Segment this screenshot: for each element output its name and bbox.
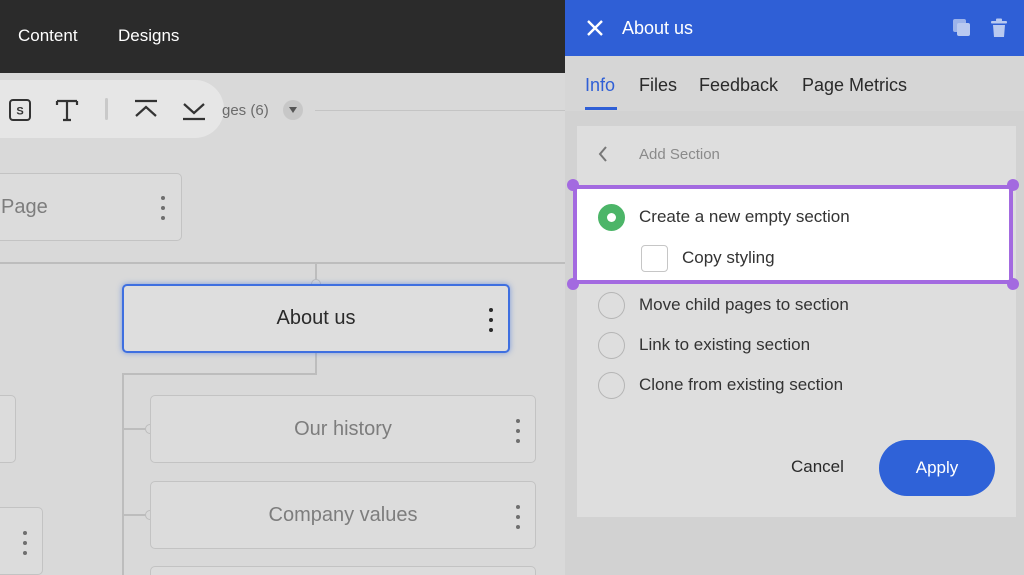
child-node[interactable]: Company values	[150, 481, 536, 549]
radio-button[interactable]	[598, 291, 625, 319]
tab-info[interactable]: Info	[585, 75, 615, 96]
child-node-label: Company values	[268, 504, 418, 526]
collapse-up-icon[interactable]	[131, 95, 161, 125]
copy-styling-label: Copy styling	[682, 248, 775, 267]
apply-button[interactable]: Apply	[879, 440, 995, 496]
collapse-down-icon[interactable]	[179, 95, 209, 125]
option-move-child-pages[interactable]: Move child pages to section	[598, 290, 849, 320]
child-node-label: Our history	[294, 418, 392, 440]
connector-line	[0, 262, 565, 264]
section-icon-glyph: S	[16, 106, 23, 118]
option-label: Clone from existing section	[639, 375, 844, 394]
connector-line	[315, 352, 317, 374]
panel-tabs: Info Files Feedback Page Metrics	[565, 56, 1024, 111]
selected-option-highlight	[573, 185, 1013, 284]
radio-button[interactable]	[598, 371, 625, 399]
option-create-empty-section[interactable]: Create a new empty section	[598, 202, 850, 232]
top-nav-bar: Content Designs	[0, 0, 565, 73]
radio-button[interactable]	[598, 203, 625, 231]
sibling-node[interactable]	[0, 395, 16, 463]
active-tab-indicator	[585, 107, 617, 110]
more-options-icon[interactable]	[484, 308, 498, 332]
toolbar-divider	[105, 98, 108, 120]
close-icon[interactable]	[583, 16, 607, 40]
resize-handle	[1007, 278, 1019, 290]
text-icon[interactable]	[52, 95, 82, 125]
chevron-down-icon[interactable]	[283, 100, 303, 120]
section-icon[interactable]: S	[5, 95, 35, 125]
chevron-left-icon[interactable]	[592, 143, 614, 165]
more-options-icon[interactable]	[156, 196, 170, 220]
copy-styling-option[interactable]: Copy styling	[641, 243, 775, 273]
resize-handle	[567, 278, 579, 290]
sibling-node[interactable]	[0, 507, 43, 575]
tab-feedback[interactable]: Feedback	[699, 75, 778, 96]
more-options-icon[interactable]	[511, 505, 525, 529]
child-node[interactable]	[150, 566, 536, 575]
panel-title: About us	[622, 18, 694, 38]
more-options-icon[interactable]	[511, 419, 525, 443]
panel-header: About us	[565, 0, 1024, 56]
option-clone-existing-section[interactable]: Clone from existing section	[598, 370, 843, 400]
nav-designs[interactable]: Designs	[118, 26, 179, 46]
more-options-icon[interactable]	[18, 531, 32, 555]
pages-count-label: ges (6)	[222, 102, 269, 119]
duplicate-icon[interactable]	[950, 16, 974, 40]
connector-line	[122, 373, 317, 375]
option-label: Link to existing section	[639, 335, 811, 354]
option-label: Create a new empty section	[639, 207, 850, 226]
divider-line	[315, 110, 565, 111]
page-settings-panel: About us Info Files Feedback Page Metric…	[565, 0, 1024, 575]
copy-styling-checkbox[interactable]	[641, 244, 668, 272]
connector-line	[122, 373, 124, 575]
radio-button[interactable]	[598, 331, 625, 359]
selected-page-label: About us	[276, 307, 356, 329]
sitemap-canvas: Content Designs S ges (6) Page About us …	[0, 0, 565, 575]
resize-handle	[567, 179, 579, 191]
option-label: Move child pages to section	[639, 295, 849, 314]
add-section-heading: Add Section	[639, 146, 720, 163]
tab-page-metrics[interactable]: Page Metrics	[802, 75, 907, 96]
nav-content[interactable]: Content	[18, 26, 78, 46]
option-link-existing-section[interactable]: Link to existing section	[598, 330, 810, 360]
tab-files[interactable]: Files	[639, 75, 677, 96]
selected-page-node[interactable]: About us	[122, 284, 510, 353]
trash-icon[interactable]	[987, 16, 1011, 40]
resize-handle	[1007, 179, 1019, 191]
cancel-button[interactable]: Cancel	[791, 457, 844, 477]
page-node[interactable]: Page	[0, 173, 182, 241]
child-node[interactable]: Our history	[150, 395, 536, 463]
page-node-label: Page	[1, 196, 48, 218]
